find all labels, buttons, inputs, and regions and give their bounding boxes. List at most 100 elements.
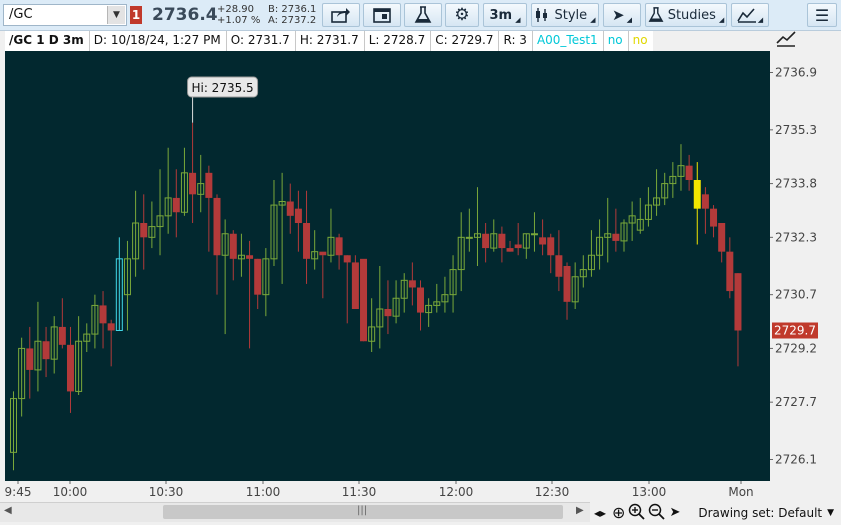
horizontal-scrollbar[interactable]: ◀ ||| ▶	[0, 502, 590, 522]
candle	[392, 280, 400, 324]
candle	[620, 219, 628, 252]
notes-button[interactable]	[363, 3, 401, 27]
menu-button[interactable]: ☰	[807, 3, 837, 27]
candle-body	[140, 223, 148, 238]
price-chart[interactable]: Hi: 2735.5	[5, 51, 770, 481]
candle	[547, 233, 555, 274]
y-tick-label: 2733.8	[775, 177, 817, 191]
candle	[180, 147, 188, 216]
x-tick: 12:30	[535, 481, 570, 499]
style-label: Style	[554, 7, 588, 23]
candle-body	[726, 251, 734, 292]
candle	[514, 223, 522, 256]
candle-body	[26, 348, 34, 370]
bar-date: D: 10/18/24, 1:27 PM	[90, 31, 227, 51]
symbol-dropdown-button[interactable]: ▼	[107, 6, 125, 24]
style-button[interactable]: Style ◢	[531, 3, 599, 27]
candle-body	[530, 233, 538, 236]
candle	[262, 248, 270, 317]
candle	[539, 219, 547, 256]
x-tick-label: 11:00	[246, 485, 281, 499]
candle	[571, 262, 579, 309]
symbol-text: /GC	[9, 7, 33, 22]
corner-arrow-icon: ◢	[718, 16, 725, 24]
candlestick-chart[interactable]: Hi: 2735.5	[5, 51, 770, 481]
studies-button[interactable]: Studies ◢	[645, 3, 727, 27]
zoom-out-icon[interactable]	[648, 503, 666, 523]
crosshair-icon[interactable]: ⊕	[612, 503, 625, 522]
timeframe-button[interactable]: 3m ◢	[483, 3, 527, 27]
candle	[449, 255, 457, 313]
candle	[172, 169, 180, 238]
y-tick: 2732.3	[770, 230, 817, 244]
candle-body	[734, 273, 742, 331]
candle-body	[58, 326, 66, 345]
x-tick: 12:00	[439, 481, 473, 499]
candle	[351, 255, 359, 309]
corner-arrow-icon: ◢	[515, 16, 521, 24]
candle	[286, 183, 294, 234]
share-button[interactable]	[322, 3, 360, 27]
cursor-button[interactable]: ➤ ◢	[603, 3, 641, 27]
bottom-toolbar: ◂▸ ⊕ ➤ Drawing set: Default ▼	[590, 502, 841, 523]
chart-title[interactable]: /GC 1 D 3m	[5, 31, 90, 51]
price-axis[interactable]: 2736.9 2735.3 2733.8 2732.3 2730.7 2729.2 2727…	[770, 51, 841, 481]
candle-body	[718, 223, 726, 252]
x-tick-label: 11:30	[342, 485, 377, 499]
x-tick: 11:30	[342, 481, 377, 499]
settings-button[interactable]: ⚙	[445, 3, 479, 27]
candle-body	[172, 197, 180, 213]
flask-button[interactable]	[404, 3, 442, 27]
candle	[596, 219, 604, 270]
candle	[718, 223, 726, 263]
candle	[376, 266, 384, 349]
candle	[482, 223, 490, 263]
candle	[506, 240, 514, 252]
x-tick: Mon	[728, 481, 754, 499]
link-group-badge[interactable]: 1	[130, 6, 142, 24]
time-axis-labels: 9:45 10:00 10:30 11:00 11:30 12:00 12:30 13:00 M…	[5, 481, 754, 499]
time-axis[interactable]: 9:45 10:00 10:30 11:00 11:30 12:00 12:30 13:00 M…	[0, 481, 770, 502]
candle	[384, 280, 392, 335]
candle-body	[294, 208, 302, 223]
corner-arrow-icon: ◢	[590, 16, 596, 24]
candle	[368, 298, 376, 352]
current-price-tag: 2729.7	[772, 322, 818, 339]
scroll-right-arrow-icon[interactable]: ▶	[576, 505, 584, 516]
candle	[303, 190, 311, 284]
candle	[132, 190, 140, 277]
pointer-icon[interactable]: ➤	[669, 505, 680, 520]
drawing-set-label[interactable]: Drawing set: Default	[698, 506, 822, 520]
x-tick-label: 12:30	[535, 485, 570, 499]
candle	[522, 233, 530, 259]
symbol-input[interactable]: /GC ▼	[3, 4, 127, 26]
candle-body	[539, 237, 547, 245]
candle-body	[303, 223, 311, 259]
expand-horizontal-icon[interactable]: ◂▸	[594, 506, 606, 520]
candle	[669, 162, 677, 198]
candle	[628, 201, 636, 241]
candle	[734, 273, 742, 367]
candle	[726, 237, 734, 299]
y-tick-label: 2736.9	[775, 66, 817, 80]
candle	[653, 169, 661, 216]
scroll-left-arrow-icon[interactable]: ◀	[4, 505, 12, 516]
drawings-button[interactable]: ◢	[731, 3, 769, 27]
candle	[115, 237, 123, 331]
corner-arrow-icon: ◢	[757, 16, 764, 24]
chevron-down-icon[interactable]: ▼	[827, 508, 834, 518]
drawing-tool-icon[interactable]	[775, 30, 797, 48]
candle	[107, 319, 115, 367]
study-name[interactable]: A00_Test1	[533, 31, 604, 51]
candle	[473, 187, 481, 266]
candle	[457, 212, 465, 292]
calendar-icon	[373, 8, 391, 23]
scroll-thumb[interactable]: |||	[163, 505, 563, 519]
percent-change: +1.07 %	[217, 15, 261, 26]
share-icon	[331, 8, 350, 23]
zoom-in-icon[interactable]	[628, 503, 646, 523]
candle	[197, 154, 205, 213]
candle	[661, 172, 669, 206]
candle	[34, 301, 42, 392]
candle	[205, 165, 213, 252]
